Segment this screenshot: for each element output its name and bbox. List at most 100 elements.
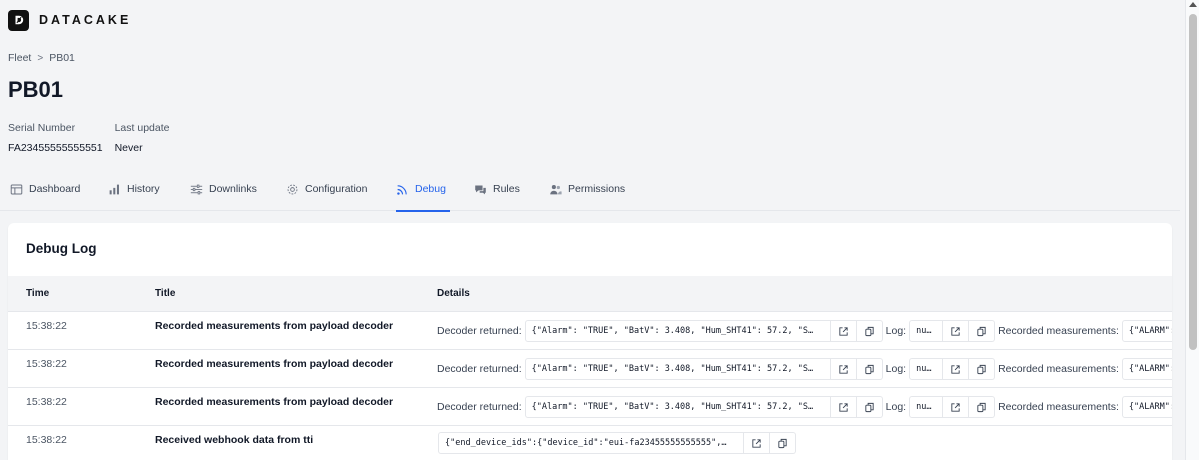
bar-chart-icon bbox=[109, 184, 119, 195]
decoder-output-code: {"Alarm": "TRUE", "BatV": 3.408, "Hum_SH… bbox=[524, 320, 831, 342]
row-title: Recorded measurements from payload decod… bbox=[155, 320, 394, 332]
row-time: 15:38:22 bbox=[26, 396, 67, 408]
open-external-button[interactable] bbox=[943, 320, 970, 342]
top-bar: DATACAKE bbox=[0, 0, 1199, 40]
log-value-code: null bbox=[909, 396, 944, 418]
external-link-icon bbox=[752, 438, 761, 448]
row-title: Recorded measurements from payload decod… bbox=[155, 396, 394, 408]
table-row: 15:38:22 Recorded measurements from payl… bbox=[8, 388, 1172, 426]
table-icon bbox=[10, 184, 23, 195]
tab-label: Dashboard bbox=[29, 183, 81, 195]
open-external-button[interactable] bbox=[943, 396, 970, 418]
table-row: 15:38:22 Recorded measurements from payl… bbox=[8, 350, 1172, 388]
copy-button[interactable] bbox=[969, 320, 996, 342]
breadcrumb-fleet-link[interactable]: Fleet bbox=[8, 52, 31, 64]
row-title: Received webhook data from tti bbox=[155, 434, 314, 446]
copy-button[interactable] bbox=[856, 358, 883, 380]
breadcrumb-separator: > bbox=[37, 52, 44, 64]
row-details: {"end_device_ids":{"device_id":"eui-fa23… bbox=[437, 432, 796, 454]
table-row: 15:38:22 Received webhook data from tti … bbox=[8, 426, 1172, 460]
last-update-value: Never bbox=[114, 142, 143, 154]
tab-dashboard[interactable]: Dashboard bbox=[10, 175, 80, 211]
measurements-code: {"ALARM": " bbox=[1121, 358, 1172, 380]
decoder-returned-label: Decoder returned: bbox=[437, 325, 522, 337]
tab-debug[interactable]: Debug bbox=[396, 175, 450, 212]
table-row: 15:38:22 Recorded measurements from payl… bbox=[8, 312, 1172, 350]
tab-history[interactable]: History bbox=[108, 175, 160, 211]
log-label: Log: bbox=[885, 401, 907, 413]
device-tabs: Dashboard History Downlinks Configuratio… bbox=[0, 175, 1180, 212]
users-icon bbox=[550, 185, 562, 195]
open-external-button[interactable] bbox=[830, 396, 857, 418]
copy-icon bbox=[977, 402, 986, 412]
last-update-block: Last update Never bbox=[115, 122, 170, 154]
gear-icon bbox=[287, 184, 298, 195]
copy-icon bbox=[778, 438, 787, 448]
open-external-button[interactable] bbox=[943, 358, 970, 380]
recorded-measurements-label: Recorded measurements: bbox=[998, 325, 1119, 337]
tab-downlinks[interactable]: Downlinks bbox=[190, 175, 257, 211]
breadcrumb-current: PB01 bbox=[49, 52, 75, 64]
device-meta: Serial Number FA23455555555551 Last upda… bbox=[8, 122, 169, 154]
external-link-icon bbox=[839, 402, 848, 412]
table-header: Time Title Details bbox=[8, 276, 1172, 312]
tab-rules[interactable]: Rules bbox=[474, 175, 520, 211]
serial-number-value: FA23455555555551 bbox=[8, 142, 103, 154]
row-details: Decoder returned: {"Alarm": "TRUE", "Bat… bbox=[437, 396, 1172, 418]
rss-icon bbox=[397, 185, 407, 195]
debug-log-card: Debug Log Time Title Details 15:38:22 Re… bbox=[8, 223, 1172, 460]
measurements-code: {"ALARM": " bbox=[1121, 320, 1172, 342]
serial-number-label: Serial Number bbox=[8, 122, 76, 134]
log-value-code: null bbox=[909, 358, 944, 380]
last-update-label: Last update bbox=[114, 122, 170, 134]
logo-text: DATACAKE bbox=[39, 13, 132, 27]
copy-icon bbox=[865, 326, 874, 336]
sliders-icon bbox=[190, 184, 203, 195]
measurements-code: {"ALARM": " bbox=[1121, 396, 1172, 418]
copy-button[interactable] bbox=[856, 320, 883, 342]
webhook-data-code: {"end_device_ids":{"device_id":"eui-fa23… bbox=[438, 432, 744, 454]
open-external-button[interactable] bbox=[744, 432, 770, 454]
external-link-icon bbox=[839, 326, 848, 336]
tab-label: Downlinks bbox=[209, 183, 257, 195]
serial-number-block: Serial Number FA23455555555551 bbox=[8, 122, 103, 154]
log-value-code: null bbox=[909, 320, 944, 342]
row-time: 15:38:22 bbox=[26, 434, 67, 446]
row-time: 15:38:22 bbox=[26, 358, 67, 370]
copy-button[interactable] bbox=[969, 358, 996, 380]
copy-icon bbox=[865, 402, 874, 412]
open-external-button[interactable] bbox=[830, 358, 857, 380]
debug-log-title: Debug Log bbox=[26, 241, 97, 256]
tab-permissions[interactable]: Permissions bbox=[549, 175, 625, 211]
scroll-up-arrow-icon[interactable] bbox=[1189, 2, 1197, 7]
external-link-icon bbox=[951, 326, 960, 336]
row-time: 15:38:22 bbox=[26, 320, 67, 332]
column-header-time: Time bbox=[26, 288, 50, 299]
copy-icon bbox=[977, 326, 986, 336]
tab-label: History bbox=[127, 183, 160, 195]
scrollbar-thumb[interactable] bbox=[1189, 14, 1197, 350]
tab-label: Permissions bbox=[568, 183, 626, 195]
open-external-button[interactable] bbox=[830, 320, 857, 342]
decoder-returned-label: Decoder returned: bbox=[437, 363, 522, 375]
datacake-logo-icon[interactable] bbox=[8, 9, 29, 31]
copy-icon bbox=[977, 364, 986, 374]
recorded-measurements-label: Recorded measurements: bbox=[998, 363, 1119, 375]
tab-label: Configuration bbox=[305, 183, 368, 195]
decoder-output-code: {"Alarm": "TRUE", "BatV": 3.408, "Hum_SH… bbox=[524, 358, 831, 380]
log-label: Log: bbox=[885, 363, 907, 375]
column-header-title: Title bbox=[155, 288, 176, 299]
copy-button[interactable] bbox=[770, 432, 796, 454]
page-title: PB01 bbox=[8, 77, 64, 102]
row-details: Decoder returned: {"Alarm": "TRUE", "Bat… bbox=[437, 358, 1172, 380]
column-header-details: Details bbox=[437, 288, 470, 299]
copy-icon bbox=[865, 364, 874, 374]
page-scrollbar[interactable] bbox=[1185, 0, 1199, 460]
decoder-output-code: {"Alarm": "TRUE", "BatV": 3.408, "Hum_SH… bbox=[524, 396, 831, 418]
tab-configuration[interactable]: Configuration bbox=[286, 175, 367, 211]
chat-icon bbox=[475, 185, 486, 195]
copy-button[interactable] bbox=[856, 396, 883, 418]
row-details: Decoder returned: {"Alarm": "TRUE", "Bat… bbox=[437, 320, 1172, 342]
breadcrumb: Fleet > PB01 bbox=[8, 52, 75, 64]
copy-button[interactable] bbox=[969, 396, 996, 418]
